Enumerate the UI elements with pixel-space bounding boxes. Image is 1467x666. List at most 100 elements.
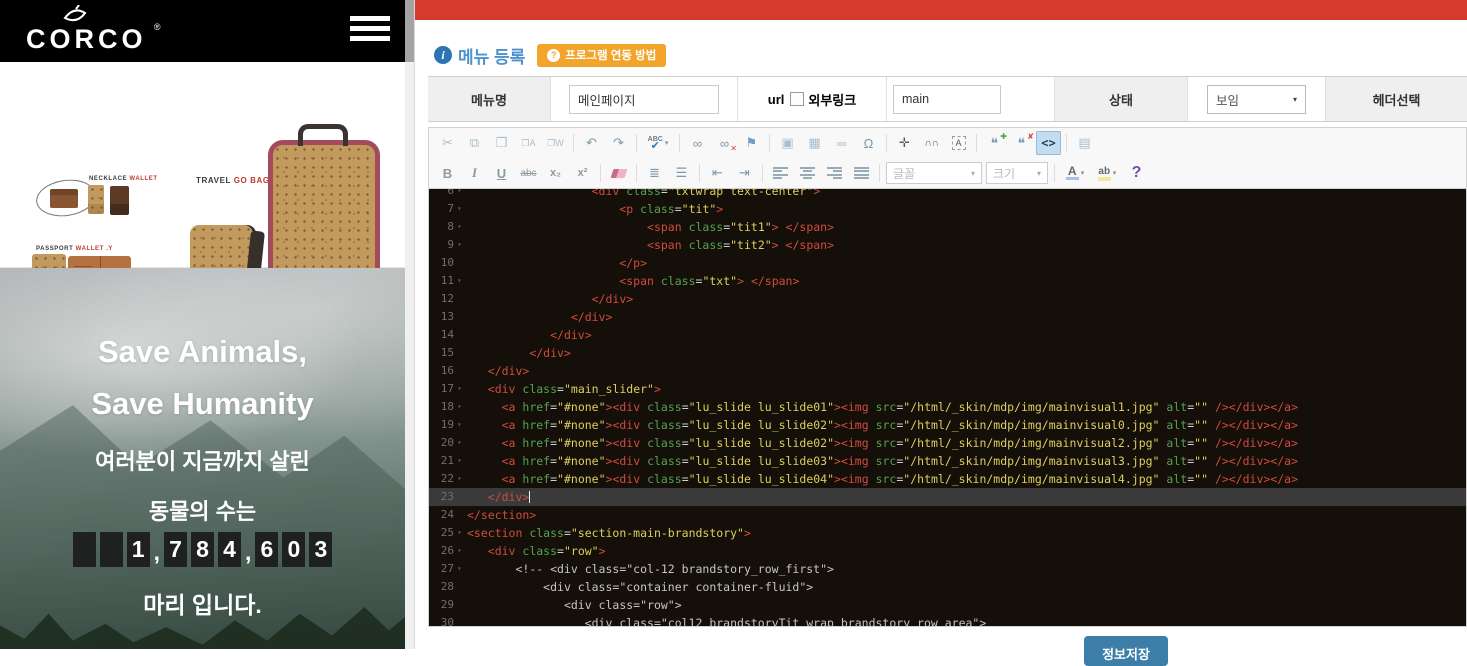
counter-comma: , [154,537,160,567]
superscript-button[interactable]: x² [570,161,595,185]
image-icon[interactable]: ▣ [775,131,800,155]
fold-toggle-icon[interactable]: ▾ [457,218,467,236]
info-icon: i [434,46,452,64]
code-line-29: 29 <div class="row"> [429,596,1466,614]
code-line-16: 16 </div> [429,362,1466,380]
strikethrough-button[interactable]: abc [516,161,541,185]
copy-icon[interactable]: ⧉ [462,131,487,155]
bg-color-icon[interactable]: ab▾ [1092,161,1122,185]
corco-logo[interactable]: CORCO ® [26,8,147,54]
admin-top-red-bar [415,0,1467,20]
fold-toggle-icon[interactable]: ▾ [457,380,467,398]
text-color-icon[interactable]: A▾ [1060,161,1090,185]
unordered-list-icon[interactable]: ☰ [669,161,694,185]
align-center-icon[interactable] [795,161,820,185]
undo-icon[interactable]: ↶ [579,131,604,155]
product-slider-section[interactable]: NECKLACE WALLET PASSPORT WALLET .Y TRAVE… [0,62,405,268]
size-dropdown[interactable]: 크기▾ [986,162,1048,184]
comment-add-icon[interactable]: ❝✚ [982,131,1007,155]
toolbar-separator [769,134,770,152]
site-preview-pane: CORCO ® NECKLACE WALLET PASSPORT WALLET … [0,0,405,649]
hero-banner-section: Save Animals, Save Humanity 여러분이 지금까지 살린… [0,268,405,649]
print-icon[interactable]: ▤ [1072,131,1097,155]
find-icon[interactable]: ∩∩ [919,131,944,155]
underline-button[interactable]: U [489,161,514,185]
hero-title-line2: Save Humanity [0,386,405,422]
link-icon[interactable]: ∞ [685,131,710,155]
hero-subtitle-2: 동물의 수는 [0,494,405,526]
fold-toggle-icon[interactable]: ▾ [457,398,467,416]
menu-name-input[interactable] [569,85,719,114]
source-button[interactable]: <> [1036,131,1061,155]
remove-format-icon[interactable] [606,161,631,185]
fold-toggle-icon[interactable]: ▾ [457,542,467,560]
fold-toggle-icon[interactable]: ▾ [457,470,467,488]
fold-toggle-icon[interactable]: ▾ [457,524,467,542]
source-code-area[interactable]: 6▾ <div class="txtwrap text-center">7▾ <… [429,189,1466,626]
fold-spacer [457,290,467,308]
toolbar-separator [679,134,680,152]
fold-toggle-icon[interactable]: ▾ [457,236,467,254]
hero-title-line1: Save Animals, [0,334,405,370]
external-link-checkbox[interactable] [790,92,804,106]
horizontal-rule-icon[interactable]: ═ [829,131,854,155]
table-icon[interactable]: ▦ [802,131,827,155]
line-number: 21 [429,452,457,470]
url-input[interactable] [893,85,1001,114]
cut-icon[interactable]: ✂ [435,131,460,155]
align-justify-icon[interactable] [849,161,874,185]
save-button[interactable]: 정보저장 [1084,636,1168,666]
outdent-icon[interactable]: ⇤ [705,161,730,185]
select-all-icon[interactable]: A [946,131,971,155]
align-left-icon[interactable] [768,161,793,185]
fold-toggle-icon[interactable]: ▾ [457,272,467,290]
italic-button[interactable]: I [462,161,487,185]
paste-text-icon[interactable]: ❐A [516,131,541,155]
fold-toggle-icon[interactable]: ▾ [457,560,467,578]
paste-icon[interactable]: ❐ [489,131,514,155]
spellcheck-icon[interactable]: ABC✔▾ [642,131,674,155]
menu-form-row: 메뉴명 url 외부링크 상태 보임 ▾ 헤더선택 [428,76,1467,122]
special-char-icon[interactable]: Ω [856,131,881,155]
comment-remove-icon[interactable]: ❝✘ [1009,131,1034,155]
toolbar-separator [600,164,601,182]
anchor-flag-icon[interactable]: ⚑ [739,131,764,155]
registered-mark: ® [154,22,161,32]
help-icon[interactable]: ? [1124,161,1149,185]
code-line-14: 14 </div> [429,326,1466,344]
program-link-help-button[interactable]: ? 프로그램 연동 방법 [537,44,666,67]
maximize-icon[interactable]: ✛ [892,131,917,155]
bold-button[interactable]: B [435,161,460,185]
fold-toggle-icon[interactable]: ▾ [457,434,467,452]
fold-spacer [457,344,467,362]
paste-word-icon[interactable]: ❐W [543,131,568,155]
scrollbar-thumb[interactable] [405,0,414,62]
font-dropdown[interactable]: 글꼴▾ [886,162,982,184]
fold-toggle-icon[interactable]: ▾ [457,452,467,470]
subscript-button[interactable]: x₂ [543,161,568,185]
line-number: 15 [429,344,457,362]
external-link-label: 외부링크 [808,90,856,109]
fold-toggle-icon[interactable]: ▾ [457,416,467,434]
redo-icon[interactable]: ↷ [606,131,631,155]
code-line-25: 25▾<section class="section-main-brandsto… [429,524,1466,542]
toolbar-separator [1054,164,1055,182]
fold-toggle-icon[interactable]: ▾ [457,189,467,200]
align-right-icon[interactable] [822,161,847,185]
code-line-6: 6▾ <div class="txtwrap text-center"> [429,189,1466,200]
indent-icon[interactable]: ⇥ [732,161,757,185]
status-select[interactable]: 보임 ▾ [1207,85,1306,114]
unlink-icon[interactable]: ∞✕ [712,131,737,155]
preview-scrollbar[interactable] [405,0,414,649]
toolbar-row-2: BIUabcx₂x² ≣☰ ⇤⇥ 글꼴▾크기▾ A▾ab▾? [429,158,1466,188]
counter-digit-box: 1 [127,532,150,567]
fold-toggle-icon[interactable]: ▾ [457,200,467,218]
fold-spacer [457,506,467,524]
counter-digit-box: 7 [164,532,187,567]
hamburger-menu-icon[interactable] [350,16,390,46]
ordered-list-icon[interactable]: ≣ [642,161,667,185]
code-line-21: 21▾ <a href="#none"><div class="lu_slide… [429,452,1466,470]
line-number: 25 [429,524,457,542]
code-line-11: 11▾ <span class="txt"> </span> [429,272,1466,290]
fold-spacer [457,578,467,596]
